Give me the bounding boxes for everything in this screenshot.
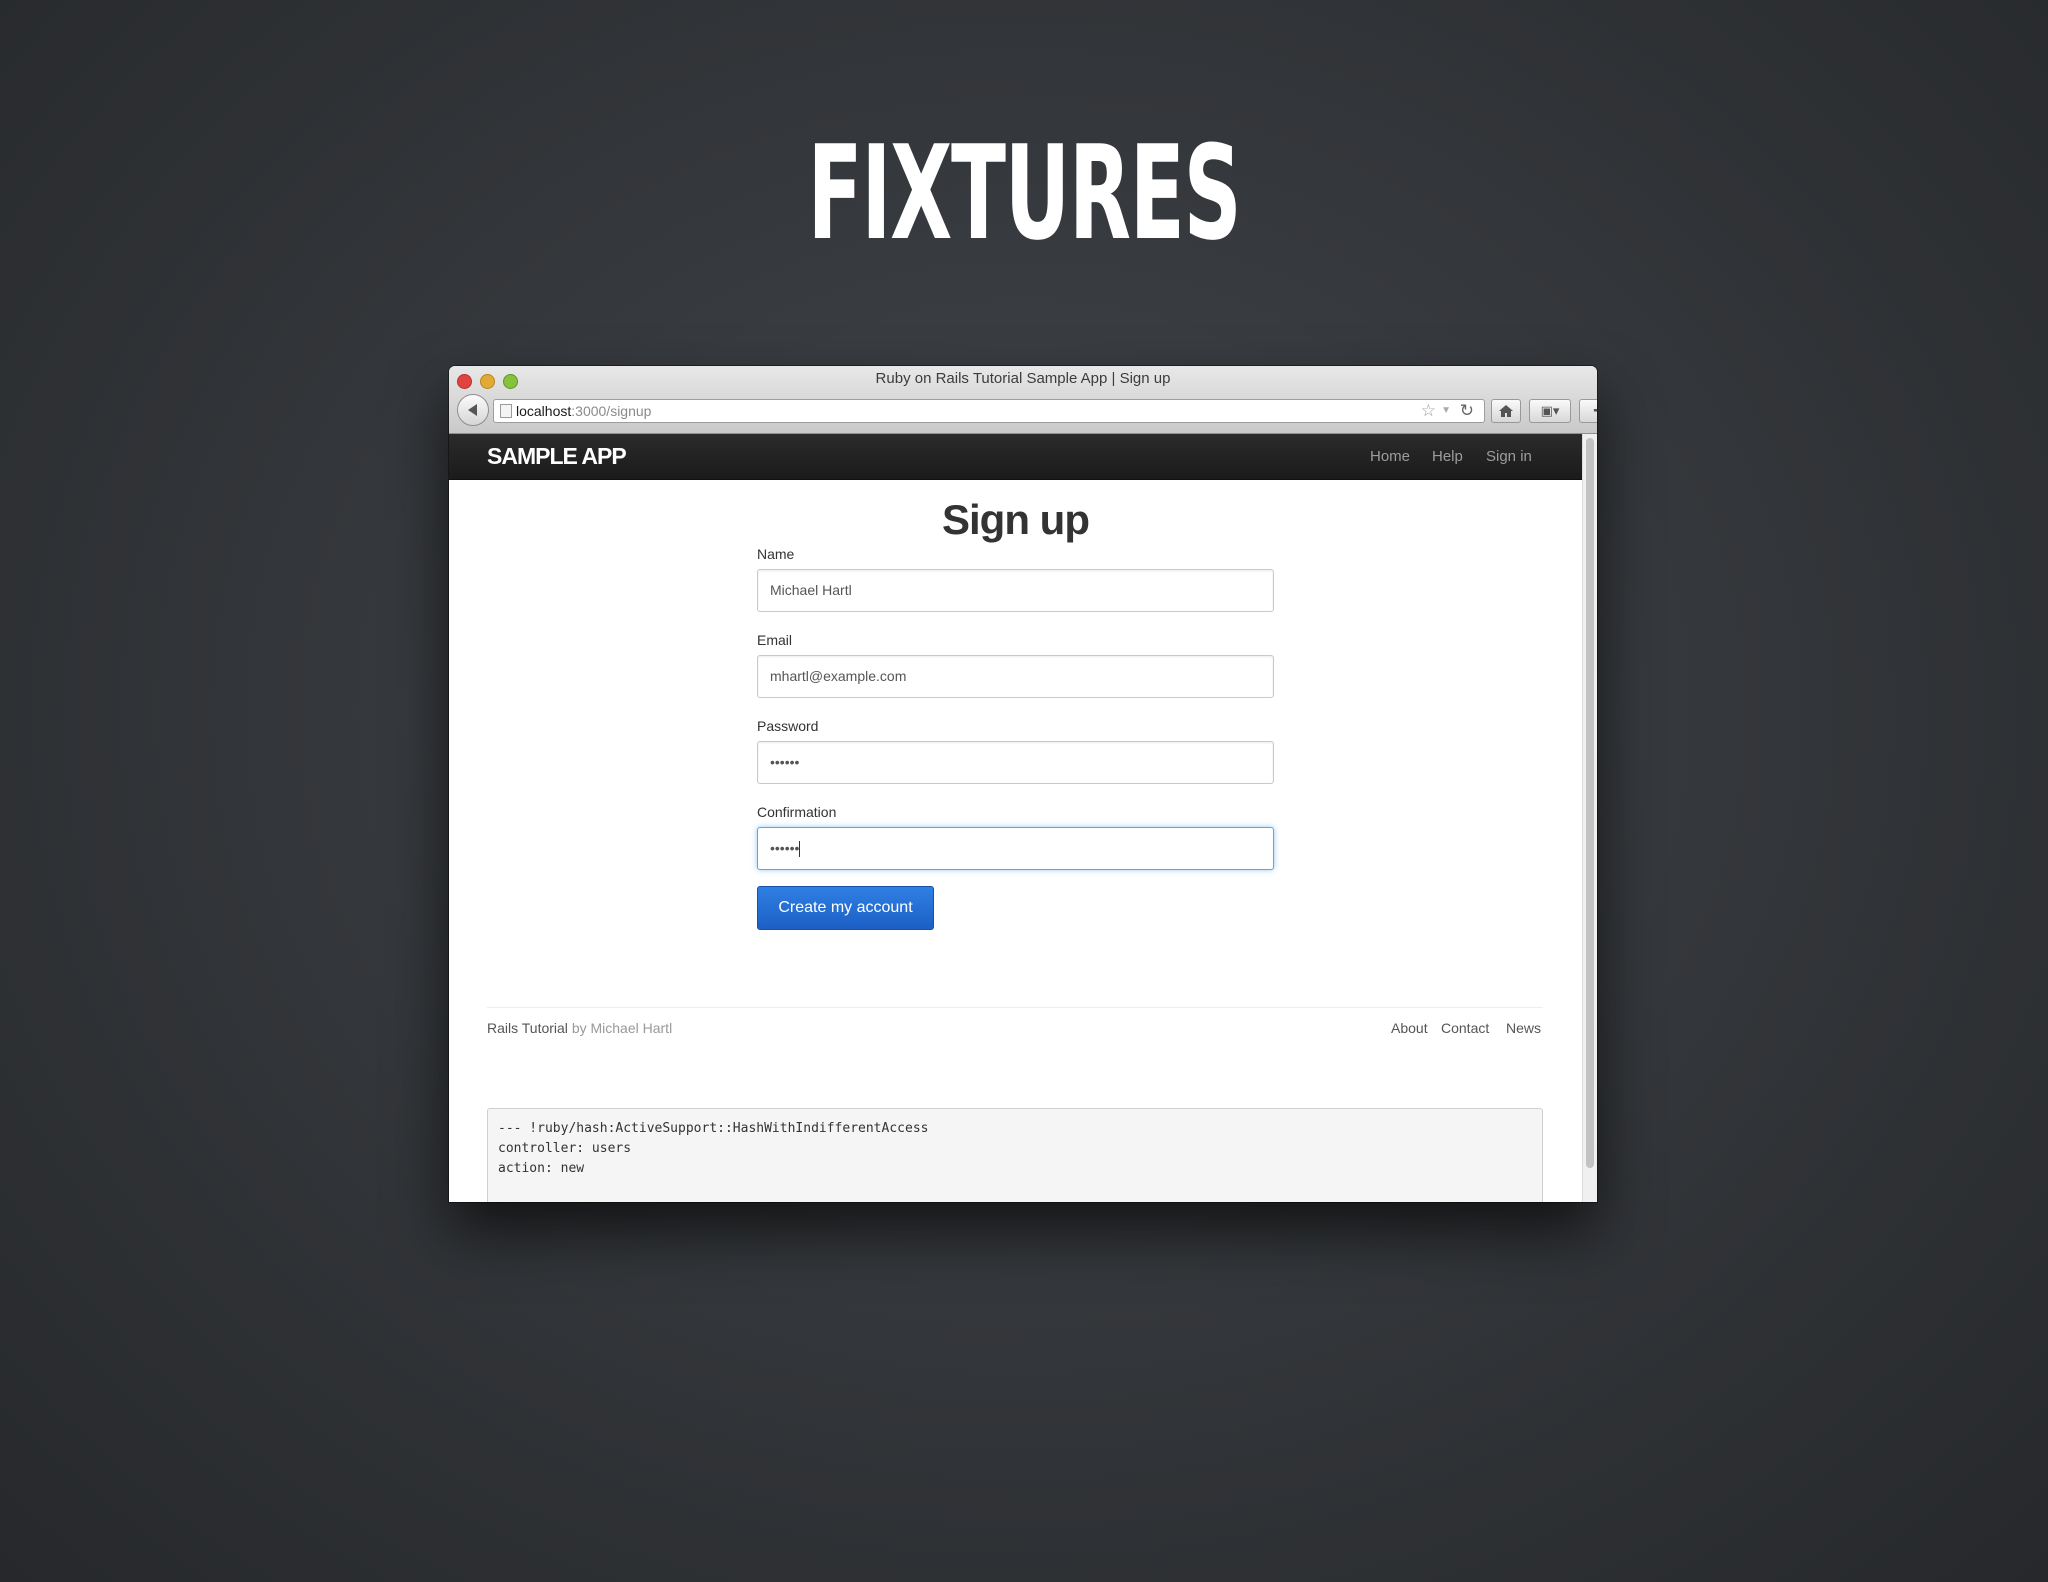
browser-titlebar: Ruby on Rails Tutorial Sample App | Sign… [449, 366, 1597, 434]
author-credit[interactable]: by Michael Hartl [572, 1020, 672, 1036]
home-button[interactable] [1491, 399, 1521, 423]
email-label: Email [757, 632, 793, 648]
url-host: localhost [516, 403, 572, 419]
nav-help-link[interactable]: Help [1432, 448, 1463, 465]
bookmark-star-icon[interactable]: ☆ [1421, 402, 1436, 420]
home-icon [1499, 405, 1513, 417]
page-heading: Sign up [942, 496, 1090, 543]
address-bar[interactable]: localhost:3000/signup ☆ ▼ ↻ [493, 399, 1485, 423]
footer-divider [487, 1007, 1543, 1008]
confirmation-label: Confirmation [757, 804, 837, 820]
puzzle-icon: ✚▾ [1593, 403, 1597, 418]
name-label: Name [757, 546, 795, 562]
email-input[interactable]: mhartl@example.com [757, 655, 1274, 698]
app-navbar: SAMPLE APP Home Help Sign in [449, 434, 1582, 480]
debug-line: action: new [498, 1161, 585, 1176]
app-logo[interactable]: SAMPLE APP [487, 443, 627, 470]
debug-info-panel: --- !ruby/hash:ActiveSupport::HashWithIn… [487, 1108, 1543, 1202]
url-text: localhost:3000/signup [516, 403, 651, 419]
text-caret [799, 841, 801, 858]
footer-credit: Rails Tutorial by Michael Hartl [487, 1020, 672, 1036]
email-value: mhartl@example.com [770, 668, 907, 684]
footer-news-link[interactable]: News [1506, 1020, 1541, 1036]
vertical-scrollbar[interactable] [1582, 434, 1597, 1202]
password-value: •••••• [770, 754, 800, 770]
browser-window: Ruby on Rails Tutorial Sample App | Sign… [449, 366, 1597, 1202]
bookmarks-icon: ▣▾ [1540, 403, 1560, 418]
url-path: :3000/signup [571, 403, 652, 419]
name-input[interactable]: Michael Hartl [757, 569, 1274, 612]
window-title: Ruby on Rails Tutorial Sample App | Sign… [875, 370, 1171, 387]
password-label: Password [757, 718, 819, 734]
bookmarks-button[interactable]: ▣▾ [1529, 399, 1571, 423]
footer-about-link[interactable]: About [1391, 1020, 1428, 1036]
create-account-button[interactable]: Create my account [757, 886, 934, 930]
page-icon [500, 404, 512, 418]
debug-line: controller: users [498, 1141, 632, 1156]
reload-icon[interactable]: ↻ [1460, 401, 1474, 421]
debug-line: --- !ruby/hash:ActiveSupport::HashWithIn… [498, 1121, 929, 1136]
confirmation-input[interactable]: •••••• [757, 827, 1274, 870]
slide-title: FIXTURES [807, 117, 1242, 269]
nav-home-link[interactable]: Home [1370, 448, 1410, 465]
rails-tutorial-link[interactable]: Rails Tutorial [487, 1020, 568, 1036]
nav-signin-link[interactable]: Sign in [1486, 448, 1532, 465]
name-value: Michael Hartl [770, 582, 852, 598]
url-dropdown-icon[interactable]: ▼ [1441, 405, 1451, 416]
back-button[interactable] [457, 394, 489, 426]
password-input[interactable]: •••••• [757, 741, 1274, 784]
scrollbar-thumb[interactable] [1586, 438, 1594, 1168]
confirmation-value: •••••• [770, 840, 800, 856]
back-arrow-icon [468, 404, 477, 416]
extensions-button[interactable]: ✚▾ [1579, 399, 1597, 423]
page-viewport: SAMPLE APP Home Help Sign in Sign up Nam… [449, 434, 1582, 1202]
footer-contact-link[interactable]: Contact [1441, 1020, 1489, 1036]
